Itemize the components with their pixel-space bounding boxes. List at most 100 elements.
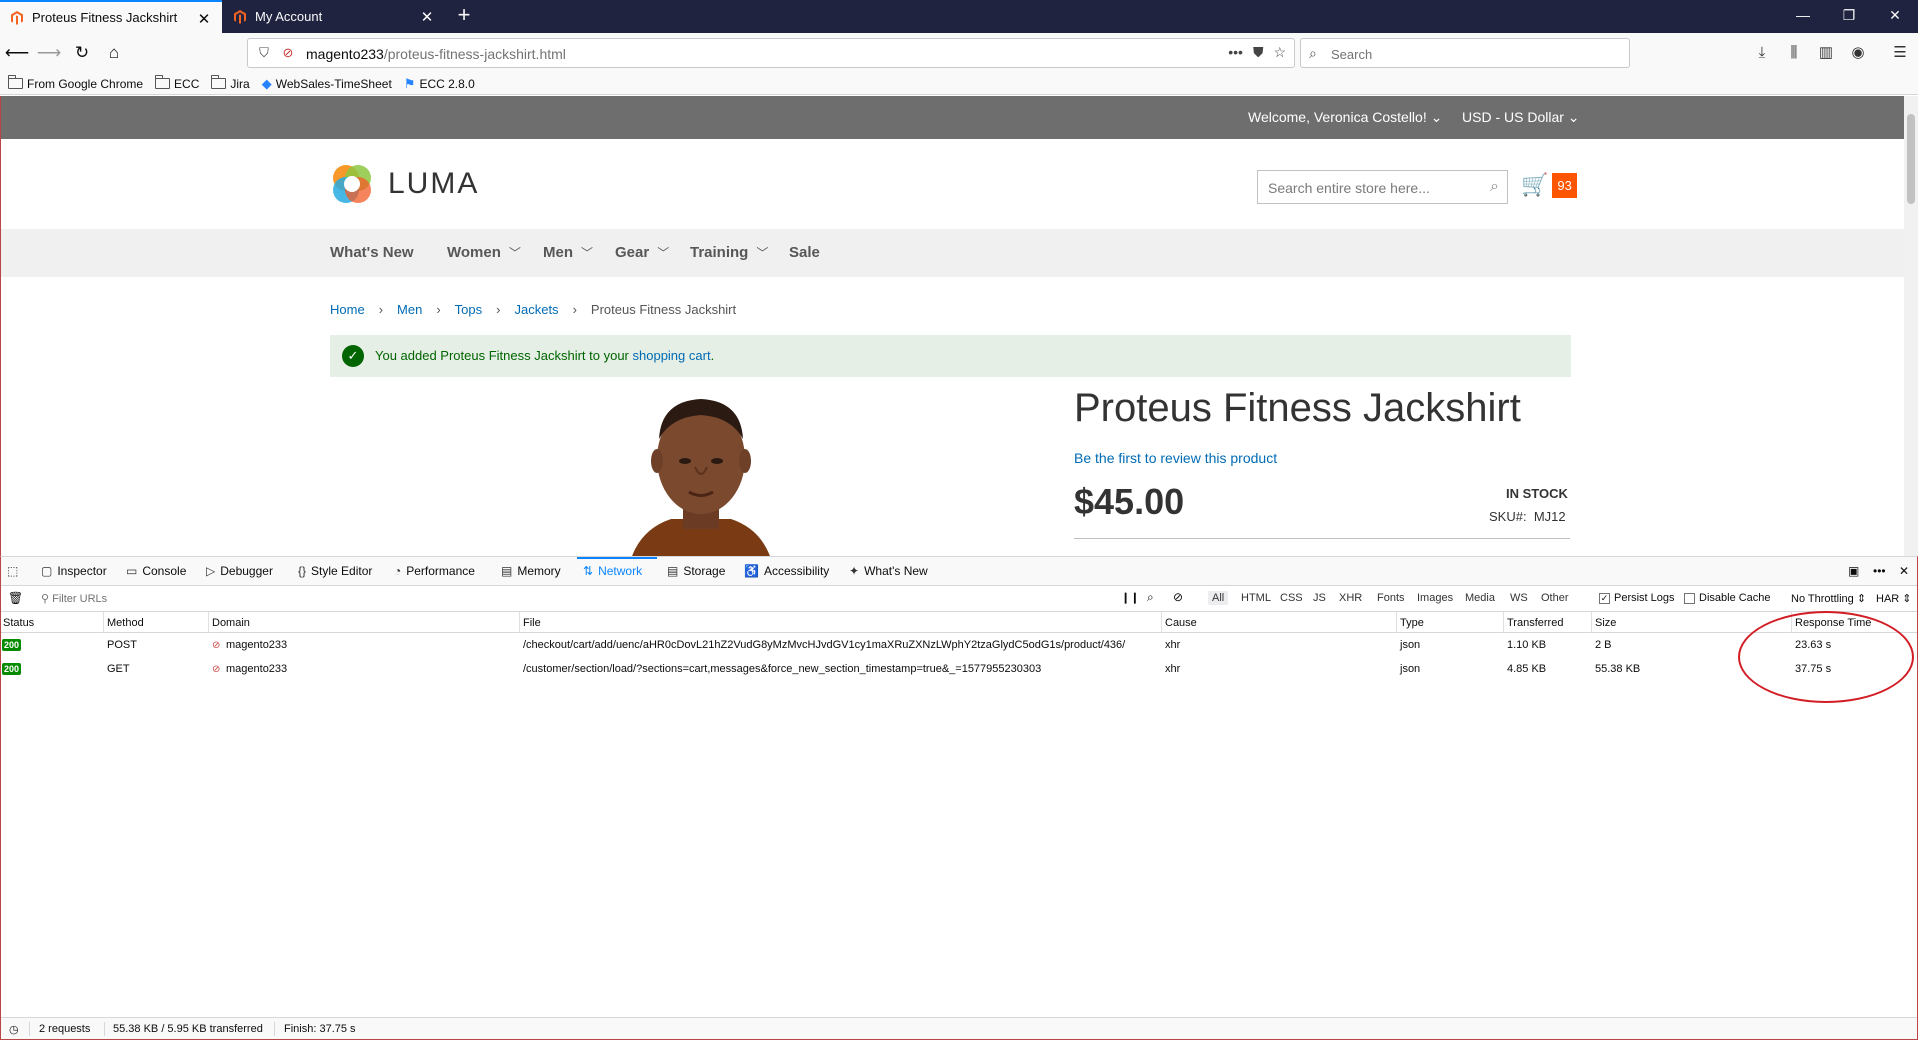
col-size[interactable]: Size	[1595, 617, 1616, 629]
trash-icon[interactable]: 🗑	[8, 591, 23, 605]
tab-storage[interactable]: ▤ Storage	[667, 564, 725, 578]
store-search-input[interactable]: Search entire store here... ⌕	[1257, 170, 1508, 204]
filter-urls-input[interactable]: ⚲ Filter URLs	[41, 592, 107, 605]
filter-images[interactable]: Images	[1413, 591, 1457, 605]
product-image[interactable]	[621, 389, 781, 556]
new-tab-icon[interactable]: +	[452, 4, 476, 28]
luma-logo[interactable]: LUMA	[330, 162, 479, 206]
tab-inspector[interactable]: ▢ Inspector	[41, 564, 107, 578]
url-text[interactable]: magento233/proteus-fitness-jackshirt.htm…	[306, 46, 566, 62]
filter-js[interactable]: JS	[1309, 591, 1330, 605]
back-arrow-icon[interactable]: ⟵	[3, 39, 31, 67]
table-row[interactable]: 200 POST ⊘ magento233 /checkout/cart/add/…	[1, 633, 1917, 657]
search-icon[interactable]: ⌕	[1490, 178, 1499, 196]
breadcrumb-home[interactable]: Home	[330, 302, 365, 317]
pause-icon[interactable]: ❙❙	[1121, 591, 1139, 604]
url-bar[interactable]: ⛉ ⊘ magento233/proteus-fitness-jackshirt…	[247, 38, 1295, 68]
col-transferred[interactable]: Transferred	[1507, 617, 1563, 629]
home-icon[interactable]: ⌂	[100, 39, 128, 67]
dock-icon[interactable]: ▣	[1848, 564, 1859, 578]
tab-console[interactable]: ▭ Console	[126, 564, 186, 578]
restore-window-icon[interactable]: ❐	[1826, 0, 1872, 33]
breadcrumb: Home › Men › Tops › Jackets › Proteus Fitnes…	[330, 302, 736, 317]
bookmark-ecc[interactable]: ECC	[155, 75, 199, 91]
devtools-panel: ⬚ ▢ Inspector ▭ Console ▷ Debugger {} Style …	[0, 556, 1918, 1040]
col-cause[interactable]: Cause	[1165, 617, 1197, 629]
menu-hamburger-icon[interactable]: ☰	[1888, 41, 1912, 65]
tab-my-account[interactable]: My Account ✕	[223, 0, 445, 33]
shopping-cart-link[interactable]: shopping cart	[633, 348, 711, 363]
review-link[interactable]: Be the first to review this product	[1074, 450, 1277, 466]
close-devtools-icon[interactable]: ✕	[1899, 564, 1909, 578]
minimize-window-icon[interactable]: —	[1780, 0, 1826, 33]
filter-ws[interactable]: WS	[1506, 591, 1532, 605]
debugger-icon: ▷	[206, 564, 216, 578]
disable-cache-checkbox[interactable]: Disable Cache	[1684, 592, 1771, 604]
insecure-lock-icon[interactable]: ⊘	[280, 45, 296, 61]
tab-accessibility[interactable]: ♿ Accessibility	[744, 564, 829, 578]
filter-fonts[interactable]: Fonts	[1373, 591, 1409, 605]
account-icon[interactable]: ◉	[1846, 41, 1870, 65]
tab-debugger[interactable]: ▷ Debugger	[206, 564, 273, 578]
filter-html[interactable]: HTML	[1237, 591, 1275, 605]
reload-icon[interactable]: ↻	[68, 39, 96, 67]
search-icon[interactable]: ⌕	[1147, 590, 1154, 605]
tab-whats-new[interactable]: ✦ What's New	[849, 564, 928, 578]
tab-memory[interactable]: ▤ Memory	[501, 564, 561, 578]
forward-arrow-icon[interactable]: ⟶	[35, 39, 63, 67]
search-bar[interactable]: ⌕ Search	[1300, 38, 1630, 68]
table-row[interactable]: 200 GET ⊘ magento233 /customer/section/lo…	[1, 657, 1917, 681]
col-type[interactable]: Type	[1400, 617, 1424, 629]
menu-item-training[interactable]: Training ﹀	[690, 244, 768, 261]
checkbox-checked-icon: ✓	[1599, 592, 1610, 604]
pocket-icon[interactable]: ⛊	[1253, 44, 1264, 61]
updown-icon: ⇕	[1902, 593, 1912, 605]
currency-switcher[interactable]: USD - US Dollar ⌄	[1462, 109, 1580, 126]
close-tab-icon[interactable]: ✕	[196, 10, 212, 28]
bookmark-websales-timesheet[interactable]: ◆ WebSales-TimeSheet	[262, 76, 392, 92]
filter-xhr[interactable]: XHR	[1335, 591, 1366, 605]
col-file[interactable]: File	[523, 617, 541, 629]
minicart[interactable]: 🛒 93	[1521, 172, 1577, 198]
welcome-dropdown[interactable]: Welcome, Veronica Costello! ⌄	[1248, 109, 1442, 126]
menu-item-whats-new[interactable]: What's New	[330, 244, 414, 261]
breadcrumb-tops[interactable]: Tops	[455, 302, 482, 317]
tab-performance[interactable]: ◔ Performance	[394, 564, 475, 578]
tab-style-editor[interactable]: {} Style Editor	[298, 564, 372, 578]
tab-network[interactable]: ⇅ Network	[583, 564, 642, 578]
har-menu[interactable]: HAR ⇕	[1876, 592, 1912, 606]
throttling-select[interactable]: No Throttling ⇕	[1791, 592, 1866, 606]
downloads-icon[interactable]: ⤓	[1750, 41, 1774, 65]
sidebar-icon[interactable]: ▥	[1814, 41, 1838, 65]
col-status[interactable]: Status	[3, 617, 34, 629]
page-actions-icon[interactable]: •••	[1228, 44, 1243, 61]
close-tab-icon[interactable]: ✕	[419, 8, 435, 26]
col-domain[interactable]: Domain	[212, 617, 250, 629]
menu-item-sale[interactable]: Sale	[789, 244, 820, 261]
filter-other[interactable]: Other	[1537, 591, 1573, 605]
close-window-icon[interactable]: ✕	[1872, 0, 1918, 33]
scrollbar-thumb[interactable]	[1907, 114, 1915, 204]
tab-proteus-fitness-jackshirt[interactable]: Proteus Fitness Jackshirt ✕	[0, 0, 222, 33]
bookmark-from-google-chrome[interactable]: From Google Chrome	[8, 75, 143, 91]
filter-media[interactable]: Media	[1461, 591, 1499, 605]
bookmark-ecc-2-8-0[interactable]: ⚑ ECC 2.8.0	[404, 76, 475, 92]
menu-item-men[interactable]: Men ﹀	[543, 244, 593, 261]
devtools-more-icon[interactable]: •••	[1873, 564, 1886, 578]
element-picker-icon[interactable]: ⬚	[7, 564, 23, 578]
persist-logs-checkbox[interactable]: ✓ Persist Logs	[1599, 592, 1675, 604]
menu-item-women[interactable]: Women ﹀	[447, 244, 521, 261]
bookmark-star-icon[interactable]: ☆	[1273, 44, 1286, 61]
breadcrumb-jackets[interactable]: Jackets	[514, 302, 558, 317]
page-scrollbar[interactable]	[1904, 96, 1918, 556]
block-icon[interactable]: ⊘	[1173, 590, 1183, 604]
request-cause: xhr	[1165, 639, 1181, 651]
filter-all[interactable]: All	[1208, 591, 1229, 605]
col-method[interactable]: Method	[107, 617, 144, 629]
menu-item-gear[interactable]: Gear ﹀	[615, 244, 669, 261]
filter-css[interactable]: CSS	[1276, 591, 1307, 605]
bookmark-jira[interactable]: Jira	[211, 75, 250, 91]
library-icon[interactable]: ⫼	[1782, 41, 1806, 65]
shield-icon[interactable]: ⛉	[256, 45, 272, 61]
breadcrumb-men[interactable]: Men	[397, 302, 422, 317]
